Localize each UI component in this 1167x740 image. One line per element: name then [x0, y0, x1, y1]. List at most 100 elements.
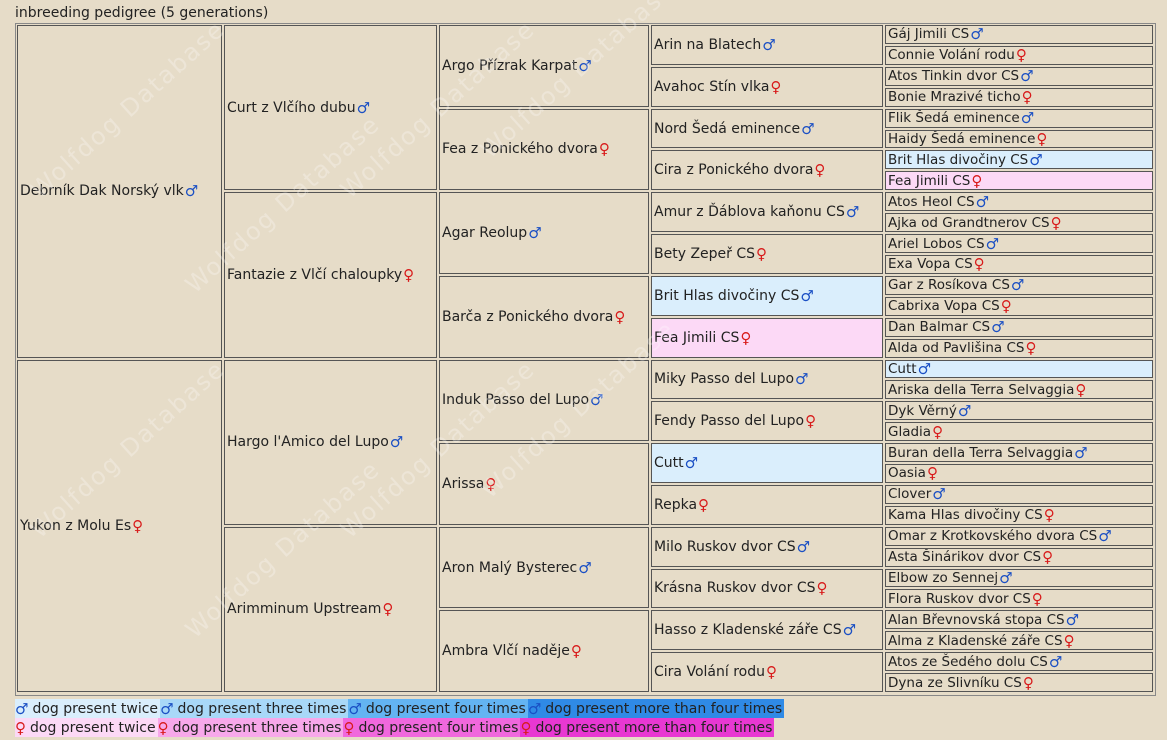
pedigree-cell-gen3-6[interactable]: Aron Malý Bysterec ♂ — [439, 526, 649, 609]
male-icon: ♂ — [1048, 652, 1063, 671]
female-icon: ♀ — [814, 161, 826, 180]
pedigree-cell-gen3-0[interactable]: Argo Přízrak Karpat ♂ — [439, 25, 649, 107]
female-icon: ♀ — [614, 307, 626, 326]
pedigree-cell-gen4-3[interactable]: Cira z Ponického dvora ♀ — [651, 150, 883, 191]
female-icon: ♀ — [816, 579, 828, 598]
female-icon: ♀ — [132, 516, 144, 535]
dog-name: Connie Volání rodu — [888, 47, 1015, 64]
pedigree-cell-gen5-15[interactable]: Alda od Pavlišina CS ♀ — [885, 338, 1153, 358]
pedigree-cell-gen2-1[interactable]: Fantazie z Vlčí chaloupky ♀ — [224, 192, 437, 358]
pedigree-cell-gen5-25[interactable]: Asta Šinárikov dvor CS ♀ — [885, 547, 1153, 567]
pedigree-cell-gen4-10[interactable]: Cutt ♂ — [651, 443, 883, 483]
pedigree-cell-gen4-12[interactable]: Milo Ruskov dvor CS ♂ — [651, 526, 883, 567]
dog-name: Clover — [888, 486, 932, 503]
pedigree-cell-gen4-4[interactable]: Amur z Ďáblova kaňonu CS ♂ — [651, 192, 883, 233]
dog-name: Miky Passo del Lupo — [654, 371, 795, 388]
dog-name: Arissa — [442, 475, 485, 492]
pedigree-cell-gen5-5[interactable]: Haidy Šedá eminence ♀ — [885, 129, 1153, 149]
pedigree-cell-gen5-2[interactable]: Atos Tinkin dvor CS ♂ — [885, 66, 1153, 86]
pedigree-cell-gen5-1[interactable]: Connie Volání rodu ♀ — [885, 45, 1153, 65]
legend-label: dog present three times — [172, 719, 342, 736]
pedigree-cell-gen5-14[interactable]: Dan Balmar CS ♂ — [885, 317, 1153, 337]
pedigree-cell-gen5-8[interactable]: Atos Heol CS ♂ — [885, 192, 1153, 212]
male-icon: ♂ — [1065, 610, 1080, 629]
legend-male-row: ♂ dog present twice ♂ dog present three tim… — [15, 699, 785, 718]
pedigree-cell-gen4-15[interactable]: Cira Volání rodu ♀ — [651, 652, 883, 692]
male-icon: ♂ — [800, 286, 814, 305]
legend-female-row: ♀ dog present twice ♀ dog present three tim… — [15, 718, 784, 737]
pedigree-cell-gen3-2[interactable]: Agar Reolup ♂ — [439, 192, 649, 274]
pedigree-cell-gen4-8[interactable]: Miky Passo del Lupo ♂ — [651, 359, 883, 400]
legend-female-female_three: ♀ dog present three times — [157, 718, 344, 737]
pedigree-cell-gen5-28[interactable]: Alan Břevnovská stopa CS ♂ — [885, 610, 1153, 630]
female-icon: ♀ — [1050, 213, 1062, 232]
pedigree-cell-gen4-13[interactable]: Krásna Ruskov dvor CS ♀ — [651, 568, 883, 609]
pedigree-cell-gen5-3[interactable]: Bonie Mrazivé ticho ♀ — [885, 87, 1153, 107]
pedigree-cell-gen5-9[interactable]: Ajka od Grandtnerov CS ♀ — [885, 213, 1153, 233]
pedigree-cell-gen2-3[interactable]: Arimminum Upstream ♀ — [224, 526, 437, 692]
male-icon: ♂ — [762, 35, 776, 54]
pedigree-cell-gen4-7[interactable]: Fea Jimili CS ♀ — [651, 317, 883, 358]
pedigree-cell-gen5-16[interactable]: Cutt ♂ — [885, 359, 1153, 379]
pedigree-cell-gen5-6[interactable]: Brit Hlas divočiny CS ♂ — [885, 150, 1153, 170]
pedigree-cell-gen5-30[interactable]: Atos ze Šedého dolu CS ♂ — [885, 652, 1153, 672]
pedigree-cell-gen2-2[interactable]: Hargo l'Amico del Lupo ♂ — [224, 359, 437, 525]
legend: ♂ dog present twice ♂ dog present three tim… — [15, 699, 785, 737]
pedigree-cell-gen3-7[interactable]: Ambra Vlčí naděje ♀ — [439, 610, 649, 692]
dog-name: Omar z Krotkovského dvora CS — [888, 528, 1098, 545]
pedigree-cell-gen5-19[interactable]: Gladia ♀ — [885, 422, 1153, 442]
pedigree-cell-gen5-12[interactable]: Gar z Rosíkova CS ♂ — [885, 275, 1153, 295]
male-icon: ♂ — [975, 192, 990, 211]
pedigree-cell-gen4-5[interactable]: Bety Zepeř CS ♀ — [651, 234, 883, 274]
pedigree-cell-gen4-1[interactable]: Avahoc Stín vlka ♀ — [651, 66, 883, 107]
female-icon: ♀ — [1063, 631, 1075, 650]
pedigree-cell-gen5-24[interactable]: Omar z Krotkovského dvora CS ♂ — [885, 526, 1153, 546]
pedigree-cell-gen4-14[interactable]: Hasso z Kladenské záře CS ♂ — [651, 610, 883, 651]
pedigree-cell-gen5-31[interactable]: Dyna ze Slivníku CS ♀ — [885, 673, 1153, 692]
male-icon: ♂ — [1020, 67, 1034, 86]
pedigree-cell-gen4-0[interactable]: Arin na Blatech ♂ — [651, 25, 883, 65]
dog-name: Atos ze Šedého dolu CS — [888, 653, 1048, 670]
pedigree-cell-gen3-1[interactable]: Fea z Ponického dvora ♀ — [439, 108, 649, 191]
dog-name: Ariel Lobos CS — [888, 235, 985, 252]
pedigree-cell-gen5-13[interactable]: Cabrixa Vopa CS ♀ — [885, 296, 1153, 316]
pedigree-cell-gen5-23[interactable]: Kama Hlas divočiny CS ♀ — [885, 505, 1153, 525]
dog-name: Hasso z Kladenské záře CS — [654, 622, 842, 639]
female-icon: ♀ — [1075, 380, 1087, 399]
pedigree-cell-gen4-9[interactable]: Fendy Passo del Lupo ♀ — [651, 401, 883, 442]
pedigree-cell-gen2-0[interactable]: Curt z Vlčího dubu ♂ — [224, 25, 437, 191]
pedigree-cell-gen5-20[interactable]: Buran della Terra Selvaggia ♂ — [885, 443, 1153, 463]
male-icon: ♂ — [160, 699, 174, 718]
male-icon: ♂ — [957, 401, 972, 420]
pedigree-cell-gen5-26[interactable]: Elbow zo Sennej ♂ — [885, 568, 1153, 588]
pedigree-cell-gen5-27[interactable]: Flora Ruskov dvor CS ♀ — [885, 589, 1153, 609]
pedigree-cell-gen5-10[interactable]: Ariel Lobos CS ♂ — [885, 234, 1153, 253]
pedigree-cell-gen4-2[interactable]: Nord Šedá eminence ♂ — [651, 108, 883, 149]
pedigree-cell-gen3-3[interactable]: Barča z Ponického dvora ♀ — [439, 275, 649, 358]
pedigree-cell-gen3-5[interactable]: Arissa ♀ — [439, 443, 649, 525]
pedigree-cell-gen3-4[interactable]: Induk Passo del Lupo ♂ — [439, 359, 649, 442]
dog-name: Brit Hlas divočiny CS — [888, 151, 1029, 168]
pedigree-cell-gen5-0[interactable]: Gáj Jimili CS ♂ — [885, 25, 1153, 44]
male-icon: ♂ — [528, 224, 542, 243]
pedigree-cell-gen1-1[interactable]: Yukon z Molu Es ♀ — [17, 359, 222, 692]
female-icon: ♀ — [1015, 46, 1027, 65]
legend-label: dog present more than four times — [545, 700, 783, 717]
pedigree-cell-gen5-22[interactable]: Clover ♂ — [885, 484, 1153, 504]
pedigree-cell-gen5-21[interactable]: Oasia ♀ — [885, 464, 1153, 483]
pedigree-cell-gen5-7[interactable]: Fea Jimili CS ♀ — [885, 171, 1153, 191]
pedigree-cell-gen1-0[interactable]: Debrník Dak Norský vlk ♂ — [17, 25, 222, 358]
pedigree-cell-gen5-17[interactable]: Ariska della Terra Selvaggia ♀ — [885, 380, 1153, 400]
female-icon: ♀ — [570, 642, 582, 661]
pedigree-cell-gen5-4[interactable]: Flik Šedá eminence ♂ — [885, 108, 1153, 128]
male-icon: ♂ — [842, 621, 857, 640]
pedigree-cell-gen5-11[interactable]: Exa Vopa CS ♀ — [885, 254, 1153, 274]
dog-name: Cutt — [654, 455, 684, 472]
pedigree-cell-gen4-11[interactable]: Repka ♀ — [651, 484, 883, 525]
pedigree-cell-gen5-29[interactable]: Alma z Kladenské záře CS ♀ — [885, 631, 1153, 651]
dog-name: Cabrixa Vopa CS — [888, 298, 1000, 315]
pedigree-cell-gen4-6[interactable]: Brit Hlas divočiny CS ♂ — [651, 275, 883, 316]
pedigree-cell-gen5-18[interactable]: Dyk Věrný ♂ — [885, 401, 1153, 421]
dog-name: Fantazie z Vlčí chaloupky — [227, 266, 403, 283]
dog-name: Atos Heol CS — [888, 193, 975, 210]
